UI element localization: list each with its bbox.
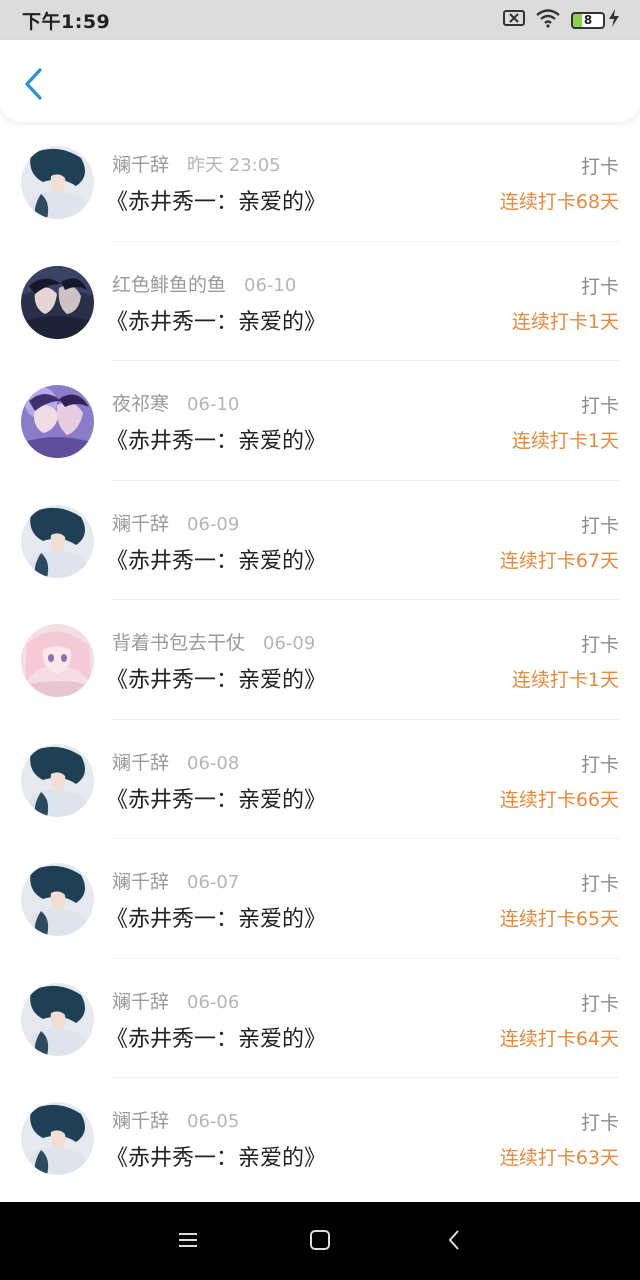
list-item[interactable]: 斓千辞 06-06 《赤井秀一：亲爱的》 打卡 连续打卡64天 — [0, 959, 640, 1078]
user-name[interactable]: 斓千辞 — [112, 509, 169, 536]
streak-count: 连续打卡67天 — [499, 549, 619, 572]
avatar[interactable] — [21, 1102, 94, 1175]
list-item[interactable]: 斓千辞 06-05 《赤井秀一：亲爱的》 打卡 连续打卡63天 — [0, 1078, 640, 1198]
post-date: 06-06 — [187, 991, 240, 1013]
wifi-icon — [535, 8, 561, 32]
book-title[interactable]: 《赤井秀一：亲爱的》 — [106, 662, 326, 694]
checkin-label: 打卡 — [580, 395, 619, 417]
header-bar — [0, 40, 640, 122]
post-date: 06-07 — [187, 872, 240, 893]
entry-meta: 斓千辞 06-05 — [112, 1106, 239, 1133]
checkin-label: 打卡 — [580, 992, 619, 1015]
back-triangle-icon — [446, 1229, 462, 1255]
book-title[interactable]: 《赤井秀一：亲爱的》 — [106, 304, 326, 336]
back-nav-button[interactable] — [440, 1228, 468, 1256]
chevron-left-icon — [23, 67, 43, 105]
book-title[interactable]: 《赤井秀一：亲爱的》 — [106, 1021, 326, 1053]
book-title[interactable]: 《赤井秀一：亲爱的》 — [106, 782, 326, 814]
avatar[interactable] — [21, 743, 94, 817]
post-date: 06-09 — [263, 633, 316, 654]
book-title[interactable]: 《赤井秀一：亲爱的》 — [106, 423, 326, 455]
book-title[interactable]: 《赤井秀一：亲爱的》 — [106, 1140, 326, 1172]
checkin-label: 打卡 — [580, 634, 619, 656]
checkin-label: 打卡 — [580, 514, 619, 537]
checkin-list: 斓千辞 昨天 23:05 《赤井秀一：亲爱的》 打卡 连续打卡68天 红色鲱鱼的… — [0, 122, 640, 1198]
checkin-label: 打卡 — [580, 156, 619, 178]
list-item[interactable]: 背着书包去干仗 06-09 《赤井秀一：亲爱的》 打卡 连续打卡1天 — [0, 600, 640, 720]
list-item[interactable]: 斓千辞 06-08 《赤井秀一：亲爱的》 打卡 连续打卡66天 — [0, 720, 640, 839]
avatar[interactable] — [21, 982, 94, 1056]
status-time: 下午1:59 — [22, 10, 111, 33]
status-bar: 下午1:59 8 — [0, 0, 640, 40]
charging-bolt-icon — [608, 9, 620, 31]
post-date: 06-09 — [187, 513, 240, 535]
entry-meta: 斓千辞 06-07 — [112, 867, 239, 894]
user-name[interactable]: 背着书包去干仗 — [112, 628, 245, 655]
streak-count: 连续打卡66天 — [499, 788, 619, 811]
list-item[interactable]: 斓千辞 06-09 《赤井秀一：亲爱的》 打卡 连续打卡67天 — [0, 481, 640, 600]
battery-icon: 8 — [571, 9, 620, 31]
checkin-label: 打卡 — [580, 1112, 619, 1134]
entry-meta: 斓千辞 昨天 23:05 — [112, 150, 281, 177]
user-name[interactable]: 斓千辞 — [112, 1106, 169, 1133]
avatar[interactable] — [21, 624, 94, 697]
user-name[interactable]: 夜祁寒 — [112, 389, 169, 416]
streak-count: 连续打卡1天 — [511, 669, 619, 691]
entry-meta: 夜祁寒 06-10 — [112, 389, 239, 416]
list-item[interactable]: 夜祁寒 06-10 《赤井秀一：亲爱的》 打卡 连续打卡1天 — [0, 361, 640, 481]
checkin-label: 打卡 — [580, 275, 619, 298]
streak-count: 连续打卡1天 — [511, 310, 619, 333]
streak-count: 连续打卡64天 — [499, 1027, 619, 1050]
streak-count: 连续打卡68天 — [499, 191, 619, 213]
post-date: 昨天 23:05 — [187, 155, 281, 176]
user-name[interactable]: 斓千辞 — [112, 150, 169, 177]
entry-meta: 红色鲱鱼的鱼 06-10 — [112, 270, 296, 297]
entry-meta: 斓千辞 06-08 — [112, 748, 239, 775]
home-button[interactable] — [306, 1228, 334, 1256]
streak-count: 连续打卡63天 — [499, 1147, 619, 1169]
entry-meta: 背着书包去干仗 06-09 — [112, 628, 315, 655]
list-item[interactable]: 红色鲱鱼的鱼 06-10 《赤井秀一：亲爱的》 打卡 连续打卡1天 — [0, 242, 640, 361]
post-date: 06-10 — [187, 394, 240, 415]
checkin-label: 打卡 — [580, 873, 619, 895]
post-date: 06-08 — [187, 752, 240, 774]
book-title[interactable]: 《赤井秀一：亲爱的》 — [106, 184, 326, 216]
post-date: 06-10 — [244, 274, 297, 296]
user-name[interactable]: 斓千辞 — [112, 748, 169, 775]
user-name[interactable]: 斓千辞 — [112, 867, 169, 894]
list-item[interactable]: 斓千辞 昨天 23:05 《赤井秀一：亲爱的》 打卡 连续打卡68天 — [0, 122, 640, 242]
streak-count: 连续打卡65天 — [499, 908, 619, 930]
avatar[interactable] — [21, 504, 94, 578]
back-button[interactable] — [18, 68, 48, 104]
list-item[interactable]: 斓千辞 06-07 《赤井秀一：亲爱的》 打卡 连续打卡65天 — [0, 839, 640, 959]
avatar[interactable] — [21, 265, 94, 339]
sim-off-icon — [503, 10, 525, 30]
streak-count: 连续打卡1天 — [511, 430, 619, 452]
post-date: 06-05 — [187, 1111, 240, 1132]
entry-meta: 斓千辞 06-06 — [112, 987, 239, 1014]
home-square-icon — [309, 1229, 331, 1255]
user-name[interactable]: 斓千辞 — [112, 987, 169, 1014]
entry-meta: 斓千辞 06-09 — [112, 509, 239, 536]
avatar[interactable] — [21, 146, 94, 219]
menu-button[interactable] — [174, 1228, 202, 1256]
battery-level: 8 — [571, 11, 605, 29]
avatar[interactable] — [21, 385, 94, 458]
status-icons: 8 — [503, 8, 620, 32]
menu-icon — [177, 1231, 199, 1253]
avatar[interactable] — [21, 863, 94, 936]
book-title[interactable]: 《赤井秀一：亲爱的》 — [106, 543, 326, 575]
checkin-label: 打卡 — [580, 753, 619, 776]
system-nav-bar — [0, 1202, 640, 1280]
user-name[interactable]: 红色鲱鱼的鱼 — [112, 270, 226, 297]
book-title[interactable]: 《赤井秀一：亲爱的》 — [106, 901, 326, 933]
